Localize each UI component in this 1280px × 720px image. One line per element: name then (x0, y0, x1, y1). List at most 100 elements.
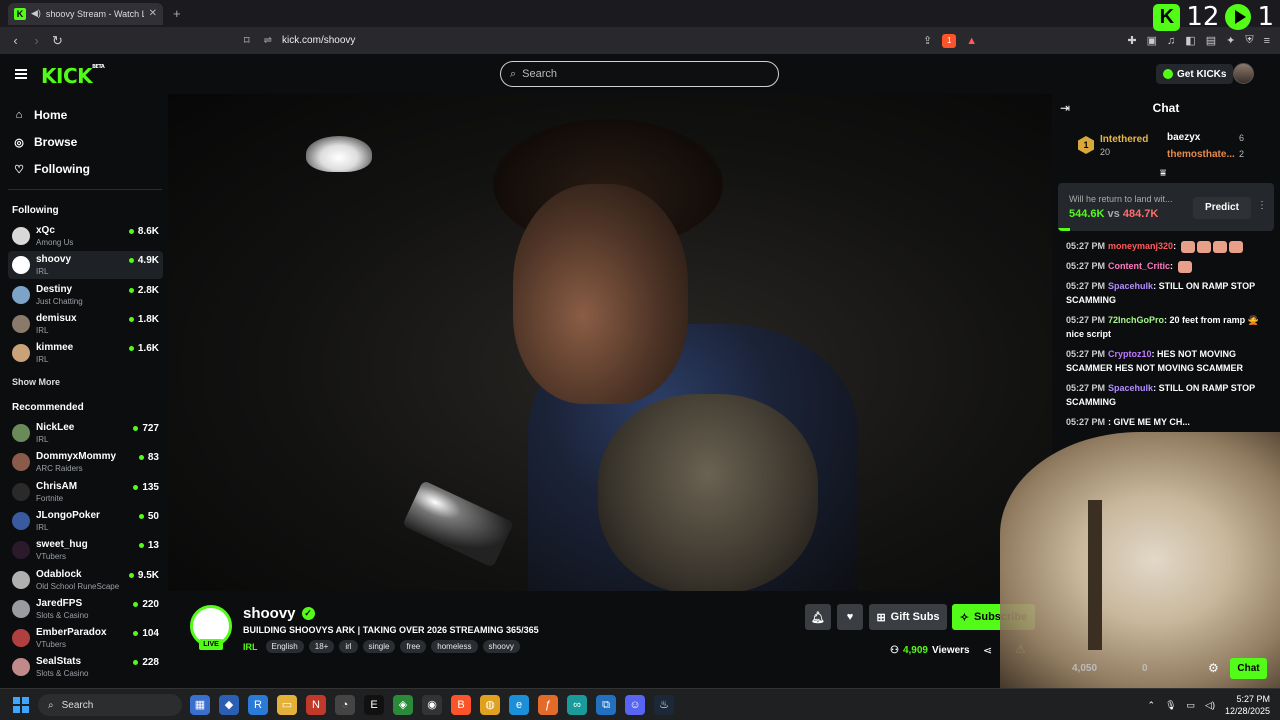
brave-shield-icon[interactable]: 1 (942, 33, 957, 48)
recommended-channel-item[interactable]: Odablock Old School RuneScape 9.5K (8, 566, 163, 594)
close-tab-icon[interactable]: ✕ (149, 8, 157, 19)
volume-icon[interactable]: ◁) (1205, 700, 1215, 711)
tray-chevron-icon[interactable]: ⌃ (1148, 700, 1156, 711)
category-link[interactable]: IRL (243, 642, 258, 652)
wallet-icon[interactable]: ▤ (1206, 34, 1216, 47)
stream-tag[interactable]: free (400, 640, 427, 653)
network-icon[interactable]: ▭ (1187, 700, 1196, 711)
discord-icon[interactable]: ☺ (625, 695, 645, 715)
show-more-link[interactable]: Show More (12, 377, 60, 387)
obs-icon[interactable]: ◉ (422, 695, 442, 715)
windows-start-icon[interactable] (13, 697, 29, 713)
recommended-channel-item[interactable]: sweet_hug VTubers 13 (8, 536, 163, 564)
netflix-icon[interactable]: N (306, 695, 326, 715)
notification-bell-button[interactable]: 🔔︎ (805, 604, 831, 630)
recommended-channel-item[interactable]: JaredFPS Slots & Casino 220 (8, 595, 163, 623)
chrome-icon[interactable]: ◍ (480, 695, 500, 715)
tab-search-icon[interactable]: ▣ (1147, 34, 1157, 47)
recommended-channel-item[interactable]: EmberParadox VTubers 104 (8, 624, 163, 652)
recommended-channel-item[interactable]: DommyxMommy ARC Raiders 83 (8, 448, 163, 476)
following-channel-item[interactable]: demisux IRL 1.8K (8, 310, 163, 338)
leader-first-name[interactable]: Intethered (1100, 134, 1148, 145)
forward-icon[interactable]: › (26, 33, 47, 48)
steam-icon[interactable]: ♨ (654, 695, 674, 715)
kick-logo[interactable]: KICKBETA (41, 64, 105, 88)
brave-browser-icon[interactable]: B (451, 695, 471, 715)
stream-tag[interactable]: English (265, 640, 304, 653)
chat-settings-gear-icon[interactable]: ⚙ (1208, 661, 1219, 675)
following-channel-item[interactable]: xQc Among Us 8.6K (8, 222, 163, 250)
user-avatar[interactable] (1233, 63, 1254, 84)
recommended-channel-item[interactable]: NickLee IRL 727 (8, 419, 163, 447)
app-icon-5[interactable]: ∞ (567, 695, 587, 715)
get-kicks-button[interactable]: Get KICKs (1156, 64, 1234, 84)
firefox-icon[interactable]: ƒ (538, 695, 558, 715)
chat-send-button[interactable]: Chat (1230, 658, 1267, 679)
pinned-expand-icon[interactable]: ⩸ (1160, 168, 1166, 179)
app-icon-2[interactable]: R (248, 695, 268, 715)
leo-icon[interactable]: ✦ (1226, 34, 1235, 47)
kicks-balance[interactable]: 4,050 (1072, 663, 1097, 674)
nav-browse[interactable]: ◎ Browse (13, 135, 77, 149)
gift-subs-button[interactable]: ⊞ Gift Subs (869, 604, 947, 630)
chat-username[interactable]: Content_Critic (1108, 261, 1170, 271)
new-tab-button[interactable]: + (173, 6, 181, 21)
browser-tab[interactable]: K ◀) shoovy Stream - Watch Live on Kick … (8, 2, 163, 25)
extensions-icon[interactable]: ✚ (1127, 34, 1136, 47)
back-icon[interactable]: ‹ (5, 33, 26, 48)
taskbar-clock[interactable]: 5:27 PM 12/28/2025 (1225, 693, 1270, 717)
channel-name: kimmee (36, 342, 74, 354)
chat-username[interactable]: Spacehulk (1108, 383, 1153, 393)
following-channel-item[interactable]: Destiny Just Chatting 2.8K (8, 281, 163, 309)
follow-heart-button[interactable]: ♥ (837, 604, 863, 630)
chat-username[interactable]: Cryptoz10 (1108, 349, 1152, 359)
app-icon-1[interactable]: ◆ (219, 695, 239, 715)
streamer-name[interactable]: shoovy ✓ (243, 605, 315, 622)
reload-icon[interactable]: ↻ (47, 33, 68, 49)
hamburger-menu-icon[interactable] (15, 69, 27, 79)
chat-username[interactable]: Spacehulk (1108, 281, 1153, 291)
stream-tag[interactable]: 18+ (308, 640, 335, 653)
site-info-icon[interactable]: ⇌ (264, 35, 272, 46)
stream-tag[interactable]: homeless (431, 640, 478, 653)
vpn-icon[interactable]: ⛨ (1245, 34, 1253, 47)
following-channel-item[interactable]: kimmee IRL 1.6K (8, 339, 163, 367)
chat-username[interactable]: moneymanj320 (1108, 241, 1173, 251)
leader-second-name[interactable]: baezyx (1167, 132, 1200, 143)
recommended-channel-item[interactable]: JLongoPoker IRL 50 (8, 507, 163, 535)
app-icon-3[interactable]: ◔ (335, 695, 355, 715)
url-field[interactable]: ⌑ ⇌ kick.com/shoovy (244, 30, 992, 51)
app-icon-4[interactable]: ◈ (393, 695, 413, 715)
microphone-icon[interactable]: 🎙︎ (1165, 700, 1176, 711)
recommended-channel-item[interactable]: ChrisAM Fortnite 135 (8, 478, 163, 506)
stream-tag[interactable]: single (362, 640, 396, 653)
widgets-icon[interactable]: ▦ (190, 695, 210, 715)
recommended-channel-item[interactable]: SealStats Slots & Casino 228 (8, 653, 163, 681)
search-input[interactable]: ⌕ Search (500, 61, 779, 87)
media-icon[interactable]: ♫ (1167, 35, 1175, 47)
stream-tag[interactable]: shoovy (482, 640, 520, 653)
file-explorer-icon[interactable]: ▭ (277, 695, 297, 715)
bookmark-icon[interactable]: ⌑ (244, 34, 250, 47)
predict-button[interactable]: Predict (1193, 197, 1251, 219)
clock-time: 5:27 PM (1236, 694, 1270, 704)
vscode-icon[interactable]: ⧉ (596, 695, 616, 715)
share-icon[interactable]: ⋖ (983, 644, 992, 657)
menu-icon[interactable]: ≡ (1264, 35, 1270, 47)
share-page-icon[interactable]: ⇪ (923, 34, 932, 47)
brave-rewards-icon[interactable]: ▲ (966, 35, 977, 47)
following-channel-item[interactable]: shoovy IRL 4.9K (8, 251, 163, 280)
gift-balance[interactable]: 0 (1142, 663, 1148, 674)
leader-third-name[interactable]: themosthate... (1167, 149, 1235, 160)
edge-icon[interactable]: e (509, 695, 529, 715)
nav-home[interactable]: ⌂ Home (13, 108, 68, 122)
nav-following[interactable]: ♡ Following (13, 162, 90, 176)
video-player[interactable] (168, 94, 1052, 591)
chat-username[interactable]: 72InchGoPro (1108, 315, 1164, 325)
taskbar-search[interactable]: ⌕ Search (38, 694, 182, 716)
epic-games-icon[interactable]: E (364, 695, 384, 715)
speaker-icon[interactable]: ◀) (31, 8, 41, 19)
stream-tag[interactable]: irl (339, 640, 358, 653)
prediction-more-icon[interactable]: ⋮ (1257, 200, 1267, 211)
sidebar-icon[interactable]: ◧ (1185, 34, 1195, 47)
